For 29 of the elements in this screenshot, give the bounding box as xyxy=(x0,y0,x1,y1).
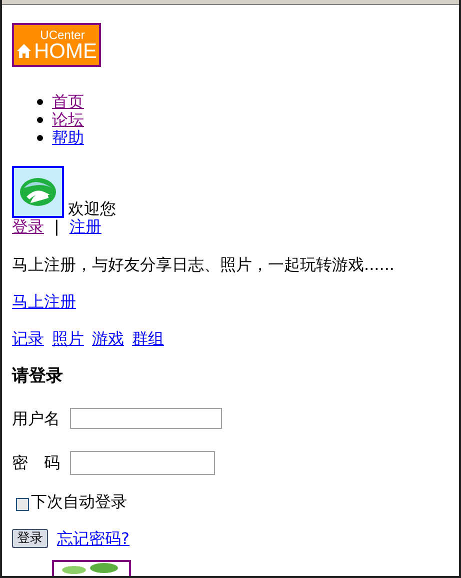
intro-text: 马上注册，与好友分享日志、照片，一起玩转游戏...... xyxy=(12,256,396,274)
login-button[interactable]: 登录 xyxy=(12,529,48,548)
logo-text: HOME xyxy=(34,40,97,62)
logo-text: UCenter xyxy=(39,28,85,40)
separator-text: | xyxy=(54,218,60,236)
password-label: 密 码 xyxy=(12,454,60,472)
nav-link[interactable]: 论坛 xyxy=(52,111,84,129)
feature-link[interactable]: 记录 xyxy=(12,330,44,348)
bullet-icon xyxy=(37,135,43,141)
bullet-icon xyxy=(37,99,43,105)
username-label: 用户名 xyxy=(12,410,60,428)
nav-link[interactable]: 首页 xyxy=(52,93,84,111)
login-link[interactable]: 登录 xyxy=(12,218,44,236)
username-field[interactable] xyxy=(70,408,222,429)
feature-link[interactable]: 照片 xyxy=(52,330,84,348)
nav-link[interactable]: 帮助 xyxy=(52,129,84,147)
remember-checkbox[interactable] xyxy=(16,498,29,510)
welcome-text: 欢迎您 xyxy=(68,200,116,218)
home-icon xyxy=(16,43,32,59)
bullet-icon xyxy=(37,117,43,123)
remember-label: 下次自动登录 xyxy=(31,493,127,511)
avatar-icon xyxy=(12,166,64,218)
login-heading: 请登录 xyxy=(12,367,64,385)
forgot-password-link[interactable]: 忘记密码? xyxy=(57,530,130,548)
password-field[interactable] xyxy=(70,451,215,475)
feature-link[interactable]: 游戏 xyxy=(92,330,124,348)
register-now-link[interactable]: 马上注册 xyxy=(12,292,76,311)
feature-link[interactable]: 群组 xyxy=(132,330,164,348)
register-link[interactable]: 注册 xyxy=(69,218,102,236)
